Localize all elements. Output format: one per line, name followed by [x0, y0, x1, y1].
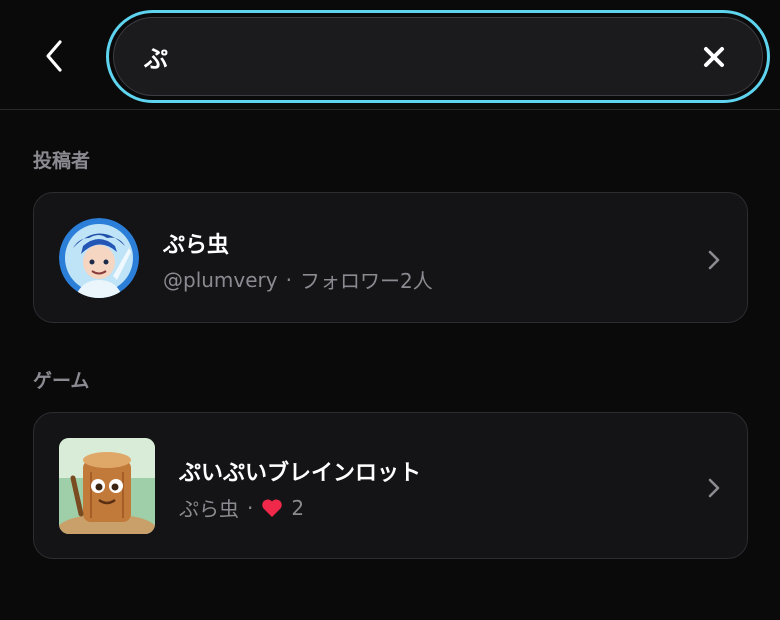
section-title-creators: 投稿者: [33, 150, 91, 172]
game-author: ぷら虫: [179, 497, 239, 521]
section-title-games: ゲーム: [33, 370, 90, 392]
heart-icon: [261, 498, 283, 518]
search-focus-ring: [106, 10, 770, 103]
meta-separator: ·: [285, 267, 292, 292]
game-thumbnail: [59, 438, 155, 534]
creator-name: ぷら虫: [163, 233, 230, 258]
clear-search-button[interactable]: [700, 43, 728, 71]
search-input[interactable]: [144, 18, 664, 95]
game-meta: ぷら虫 · 2: [179, 493, 304, 522]
follower-count: フォロワー2人: [299, 269, 433, 293]
game-result-card[interactable]: ぷいぷいブレインロット ぷら虫 · 2: [33, 412, 748, 559]
back-button[interactable]: [34, 36, 74, 76]
creator-meta: @plumvery · フォロワー2人: [163, 265, 433, 294]
like-count: 2: [291, 495, 305, 520]
game-title: ぷいぷいブレインロット: [179, 461, 422, 486]
chevron-left-icon: [46, 40, 62, 72]
avatar: [59, 218, 139, 298]
top-bar: [0, 0, 780, 110]
close-icon: [704, 46, 724, 67]
chevron-right-icon: [708, 250, 720, 270]
search-bar: [113, 17, 763, 96]
creator-result-card[interactable]: ぷら虫 @plumvery · フォロワー2人: [33, 192, 748, 323]
meta-separator: ·: [247, 495, 254, 520]
creator-handle: @plumvery: [163, 267, 278, 292]
chevron-right-icon: [708, 478, 720, 498]
